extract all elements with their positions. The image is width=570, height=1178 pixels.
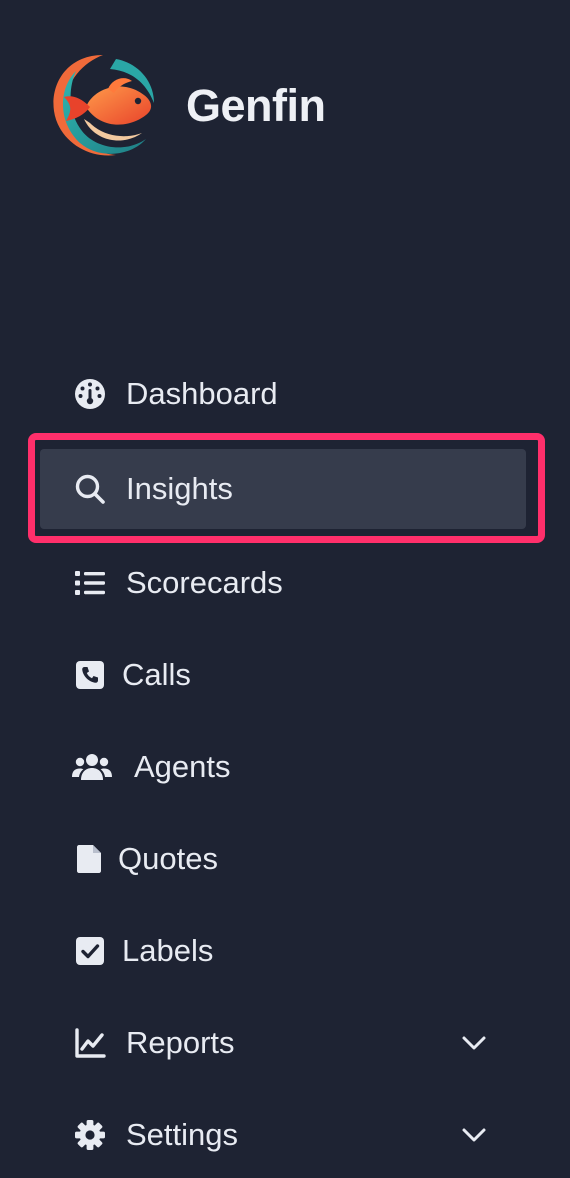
sidebar-item-label: Insights: [126, 471, 233, 506]
sidebar: Genfin Dashboard Insights Scorecards Cal…: [0, 0, 570, 1178]
gear-icon: [74, 1119, 106, 1151]
sidebar-item-label: Labels: [122, 933, 214, 968]
sidebar-item-agents[interactable]: Agents: [40, 727, 526, 807]
sidebar-item-calls[interactable]: Calls: [40, 635, 526, 715]
checkbox-icon: [74, 935, 106, 967]
gauge-icon: [74, 378, 106, 410]
sidebar-item-scorecards[interactable]: Scorecards: [40, 543, 526, 623]
fish-logo: [53, 55, 154, 156]
sidebar-item-label: Agents: [134, 749, 231, 784]
sidebar-item-insights[interactable]: Insights: [40, 449, 526, 529]
sidebar-item-label: Scorecards: [126, 565, 283, 600]
list-icon: [74, 567, 106, 599]
chart-line-icon: [74, 1027, 106, 1059]
brand-name: Genfin: [186, 80, 326, 131]
sidebar-item-labels[interactable]: Labels: [40, 911, 526, 991]
sidebar-item-label: Settings: [126, 1117, 239, 1152]
sidebar-item-dashboard[interactable]: Dashboard: [40, 354, 526, 434]
users-icon: [72, 751, 112, 783]
sidebar-item-reports[interactable]: Reports: [40, 1003, 526, 1083]
phone-icon: [74, 659, 106, 691]
search-icon: [74, 473, 106, 505]
sidebar-item-quotes[interactable]: Quotes: [40, 819, 526, 899]
chevron-down-icon[interactable]: [460, 1121, 488, 1149]
sidebar-item-label: Dashboard: [126, 376, 278, 411]
sidebar-item-label: Reports: [126, 1025, 235, 1060]
file-icon: [74, 843, 106, 875]
chevron-down-icon[interactable]: [460, 1029, 488, 1057]
sidebar-item-label: Calls: [122, 657, 191, 692]
brand[interactable]: Genfin: [46, 50, 326, 162]
sidebar-item-label: Quotes: [118, 841, 218, 876]
sidebar-item-settings[interactable]: Settings: [40, 1095, 526, 1175]
